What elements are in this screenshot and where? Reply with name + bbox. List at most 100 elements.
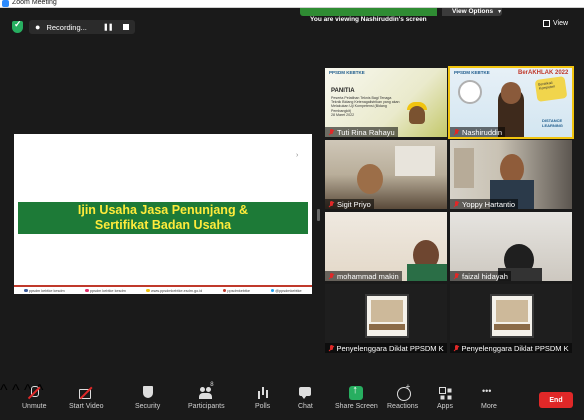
shelf (454, 148, 474, 188)
participants-label: Participants (188, 403, 225, 410)
unmute-button[interactable]: Unmute (22, 386, 47, 410)
participants-icon: 8 (199, 382, 214, 400)
pause-recording-icon[interactable]: ❚❚ (103, 23, 114, 31)
start-video-button[interactable]: Start Video (69, 386, 104, 410)
more-button[interactable]: More (481, 386, 497, 410)
muted-mic-icon (328, 200, 334, 208)
facebook-icon (24, 288, 28, 293)
zoom-logo-icon (2, 0, 9, 7)
slide-title-line1: Ijin Usaha Jasa Penunjang & (77, 203, 249, 217)
participant-tile[interactable]: Yoppy Hartantio (450, 140, 572, 209)
participant-tile[interactable]: mohammad makin (325, 212, 447, 281)
person-face (501, 82, 521, 104)
berakhlak-tag: BerAKHLAK 2022 (518, 70, 569, 76)
muted-mic-icon (27, 386, 41, 400)
view-options-label: View Options (452, 8, 494, 15)
twitter-icon (270, 288, 275, 293)
slide-title-banner: Ijin Usaha Jasa Penunjang & Sertifikat B… (18, 202, 308, 234)
apps-label: Apps (437, 403, 453, 410)
share-screen-label: Share Screen (335, 403, 378, 410)
polls-label: Polls (255, 403, 271, 410)
participant-namebar: Nashiruddin (450, 127, 506, 137)
participant-name: Tuti Rina Rahayu (337, 127, 395, 137)
participant-name: Penyelenggara Diklat PPSDM KE... (336, 343, 444, 353)
shared-screen: › Ijin Usaha Jasa Penunjang & Sertifikat… (14, 134, 312, 294)
slide-footer-item: ppsdm kebtke kesdm (85, 288, 126, 293)
more-icon (482, 386, 496, 400)
chevron-up-icon[interactable]: ^ (12, 382, 20, 399)
viewing-banner-text: You are viewing Nashiruddin's screen (310, 16, 427, 23)
share-screen-button[interactable]: Share Screen (335, 384, 378, 410)
reactions-icon (396, 382, 411, 401)
window-title: Zoom Meeting (12, 0, 57, 6)
start-video-label: Start Video (69, 403, 104, 410)
participant-namebar: mohammad makin (325, 271, 402, 281)
share-screen-icon (349, 384, 364, 400)
participant-namebar: faizal hidayah (450, 271, 511, 281)
security-label: Security (135, 403, 161, 410)
view-label: View (553, 20, 569, 27)
participant-namebar: Yoppy Hartantio (450, 199, 519, 209)
meeting-toolbar: Unmute ^ Start Video ^ Security 8 Partic… (0, 382, 584, 420)
participant-tile[interactable]: Penyelenggara Diklat PPSDM KE... (450, 284, 572, 353)
view-layout-button[interactable]: View (543, 20, 568, 27)
participant-namebar: Sigit Priyo (325, 199, 374, 209)
participant-name: Nashiruddin (462, 127, 503, 137)
muted-mic-icon (328, 272, 334, 280)
participant-tile[interactable]: PPSDM KEBTKE PANITIA Peserta Pelatihan T… (325, 68, 447, 137)
chevron-down-icon: ▼ (497, 9, 503, 15)
slide-footer: ppsdm kebtke kesdm ppsdm kebtke kesdm ww… (14, 285, 312, 294)
muted-mic-icon (453, 272, 459, 280)
participant-tile[interactable]: Sigit Priyo (325, 140, 447, 209)
meeting-topbar: ● Recording... ❚❚ (12, 19, 135, 34)
polls-button[interactable]: Polls (255, 386, 270, 410)
stop-recording-icon[interactable] (122, 24, 129, 30)
apps-icon (438, 386, 452, 400)
web-icon (146, 288, 150, 293)
participant-tile-active-speaker[interactable]: PPSDM KEBTKE BerAKHLAK 2022 Bertekad Kom… (448, 66, 574, 139)
chat-label: Chat (298, 403, 313, 410)
muted-mic-icon (453, 128, 459, 136)
recording-indicator: ● Recording... ❚❚ (29, 20, 135, 34)
meeting-area: You are viewing Nashiruddin's screen Vie… (0, 8, 584, 382)
security-shield-icon[interactable] (12, 19, 23, 33)
muted-mic-icon (328, 128, 334, 136)
reactions-button[interactable]: Reactions (387, 382, 419, 410)
chevron-up-icon[interactable]: ^ (0, 382, 8, 399)
panitia-title: PANITIA (331, 88, 355, 94)
recording-label: Recording... (46, 22, 87, 32)
more-label: More (481, 403, 497, 410)
muted-mic-icon (453, 200, 459, 208)
viewing-banner: You are viewing Nashiruddin's screen (300, 8, 437, 23)
participant-name: Yoppy Hartantio (462, 199, 516, 209)
window-titlebar: Zoom Meeting (0, 0, 584, 8)
instagram-icon (85, 288, 89, 293)
participants-count: 8 (210, 382, 214, 388)
split-divider-handle[interactable] (317, 209, 320, 221)
cloud-record-icon: ● (35, 22, 41, 32)
security-button[interactable]: Security (135, 386, 160, 410)
slide-footer-item: ppsdm kebtke kesdm (24, 288, 65, 293)
reactions-label: Reactions (387, 403, 419, 410)
view-options-button[interactable]: View Options ▼ (442, 8, 502, 16)
ppsdm-logo: PPSDM KEBTKE (454, 70, 490, 75)
speech-bubble: Bertekad Kompeten (534, 76, 568, 102)
participant-tile[interactable]: Penyelenggara Diklat PPSDM KE... (325, 284, 447, 353)
slide-footer-item: @ppsdmkebtke (270, 288, 302, 293)
end-meeting-button[interactable]: End (539, 392, 573, 408)
person-face (409, 106, 425, 124)
participants-button[interactable]: 8 Participants (188, 382, 225, 410)
cursor-icon: › (296, 152, 299, 159)
chat-icon (298, 386, 312, 400)
participant-name: faizal hidayah (462, 271, 508, 281)
apps-button[interactable]: Apps (437, 386, 453, 410)
participant-name: Penyelenggara Diklat PPSDM KE... (461, 343, 569, 353)
participant-namebar: Penyelenggara Diklat PPSDM KE... (450, 343, 572, 353)
ppsdm-logo: PPSDM KEBTKE (329, 70, 365, 75)
participant-tile[interactable]: faizal hidayah (450, 212, 572, 281)
window-light (395, 146, 435, 176)
participant-namebar: Tuti Rina Rahayu (325, 127, 398, 137)
chat-button[interactable]: Chat (298, 386, 313, 410)
laptop-image (365, 294, 409, 338)
unmute-label: Unmute (22, 403, 47, 410)
